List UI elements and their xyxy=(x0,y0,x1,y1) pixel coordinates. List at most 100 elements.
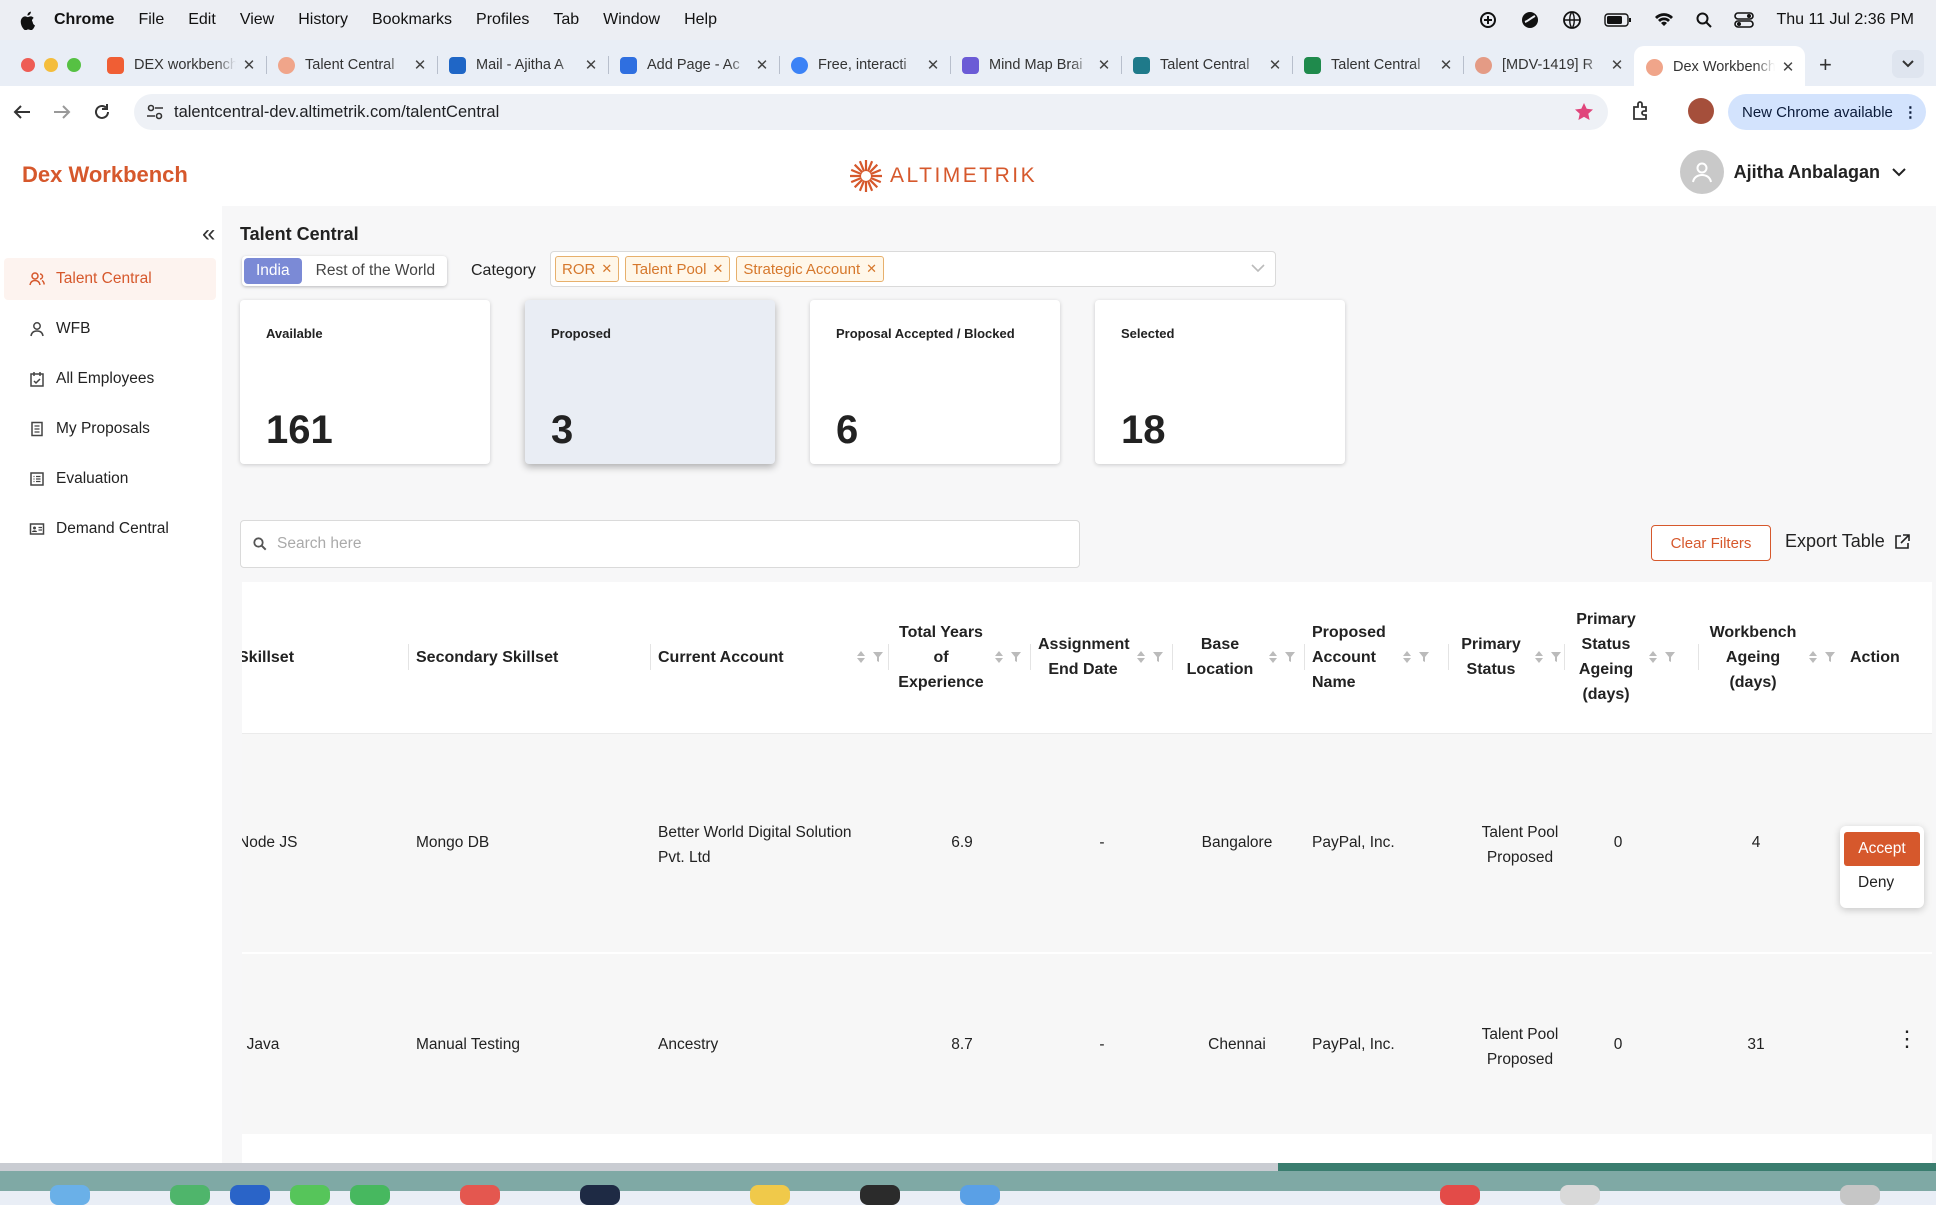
column-header-primary-status-ageing[interactable]: Primary Status Ageing (days) xyxy=(1564,582,1690,732)
remove-chip-icon[interactable]: ✕ xyxy=(712,261,723,277)
table-row[interactable]: Node JS Mongo DB Better World Digital So… xyxy=(242,734,1932,952)
sidebar-item-my-proposals[interactable]: My Proposals xyxy=(4,408,216,450)
filter-icon[interactable] xyxy=(1824,651,1836,663)
browser-tab[interactable]: Talent Central ✕ xyxy=(1121,46,1292,84)
table-row[interactable]: , Java Manual Testing Ancestry 8.7 - Che… xyxy=(242,954,1932,1134)
reload-button[interactable] xyxy=(82,103,122,121)
close-tab-icon[interactable]: ✕ xyxy=(1781,58,1795,76)
browser-tab[interactable]: Talent Central ✕ xyxy=(266,46,437,84)
column-header-experience[interactable]: Total Years of Experience xyxy=(888,582,1032,732)
tab-search-button[interactable] xyxy=(1892,50,1924,78)
browser-tab[interactable]: DEX workbench ✕ xyxy=(95,46,266,84)
sidebar-item-all-employees[interactable]: All Employees xyxy=(4,358,216,400)
menu-window[interactable]: Window xyxy=(603,11,660,29)
app-brand[interactable]: Dex Workbench xyxy=(22,162,188,188)
filter-icon[interactable] xyxy=(872,651,884,663)
browser-tab[interactable]: Add Page - Ac ✕ xyxy=(608,46,779,84)
sidebar-item-talent-central[interactable]: Talent Central xyxy=(4,258,216,300)
filter-icon[interactable] xyxy=(1664,651,1676,663)
more-options-icon[interactable]: ⋮ xyxy=(1903,103,1918,121)
browser-tab[interactable]: [MDV-1419] R ✕ xyxy=(1463,46,1634,84)
collapse-sidebar-icon[interactable]: « xyxy=(202,220,215,248)
browser-tab-active[interactable]: Dex Workbench ✕ xyxy=(1634,46,1805,88)
clear-filters-button[interactable]: Clear Filters xyxy=(1651,525,1771,561)
browser-tab[interactable]: Free, interacti ✕ xyxy=(779,46,950,84)
close-tab-icon[interactable]: ✕ xyxy=(1097,56,1111,74)
chrome-update-button[interactable]: New Chrome available ⋮ xyxy=(1728,94,1926,130)
region-rest-of-world-button[interactable]: Rest of the World xyxy=(304,256,447,286)
user-menu[interactable]: Ajitha Anbalagan xyxy=(1679,150,1906,194)
dock-app-icon[interactable] xyxy=(750,1185,790,1205)
column-header-secondary-skillset[interactable]: Secondary Skillset xyxy=(408,582,646,732)
sort-icon[interactable] xyxy=(994,650,1004,664)
bookmark-star-icon[interactable] xyxy=(1574,102,1594,122)
sync-status-icon[interactable] xyxy=(1478,10,1498,30)
sidebar-item-evaluation[interactable]: Evaluation xyxy=(4,458,216,500)
search-input[interactable]: Search here xyxy=(240,520,1080,568)
column-header-skillset[interactable]: Skillset xyxy=(242,582,358,732)
menu-help[interactable]: Help xyxy=(684,11,717,29)
dock-app-icon[interactable] xyxy=(460,1185,500,1205)
menubar-clock[interactable]: Thu 11 Jul 2:36 PM xyxy=(1776,11,1914,29)
close-window-button[interactable] xyxy=(21,58,35,72)
focus-icon[interactable] xyxy=(1520,10,1540,30)
column-header-assignment-end-date[interactable]: Assignment End Date xyxy=(1030,582,1174,732)
menu-profiles[interactable]: Profiles xyxy=(476,11,529,29)
dock-app-icon[interactable] xyxy=(580,1185,620,1205)
category-select[interactable]: ROR ✕ Talent Pool ✕ Strategic Account ✕ xyxy=(550,251,1276,287)
wifi-icon[interactable] xyxy=(1654,12,1674,28)
zoom-window-button[interactable] xyxy=(67,58,81,72)
dock-app-icon[interactable] xyxy=(350,1185,390,1205)
export-table-button[interactable]: Export Table xyxy=(1785,531,1911,552)
close-tab-icon[interactable]: ✕ xyxy=(413,56,427,74)
region-india-button[interactable]: India xyxy=(244,258,302,284)
extensions-icon[interactable] xyxy=(1630,100,1652,122)
apple-icon[interactable] xyxy=(0,11,54,30)
deny-button[interactable]: Deny xyxy=(1858,874,1894,892)
filter-icon[interactable] xyxy=(1550,651,1562,663)
accept-button[interactable]: Accept xyxy=(1844,832,1920,866)
card-available[interactable]: Available 161 xyxy=(240,300,490,464)
url-text[interactable]: talentcentral-dev.altimetrik.com/talentC… xyxy=(174,103,499,122)
sort-icon[interactable] xyxy=(1808,650,1818,664)
remove-chip-icon[interactable]: ✕ xyxy=(601,261,612,277)
dock-app-icon[interactable] xyxy=(1560,1185,1600,1205)
sort-icon[interactable] xyxy=(1268,650,1278,664)
sort-icon[interactable] xyxy=(1402,650,1412,664)
menu-app-name[interactable]: Chrome xyxy=(54,11,114,29)
card-selected[interactable]: Selected 18 xyxy=(1095,300,1345,464)
dock-app-icon[interactable] xyxy=(290,1185,330,1205)
site-settings-icon[interactable] xyxy=(146,103,164,121)
close-tab-icon[interactable]: ✕ xyxy=(1439,56,1453,74)
filter-icon[interactable] xyxy=(1152,651,1164,663)
menu-file[interactable]: File xyxy=(138,11,164,29)
remove-chip-icon[interactable]: ✕ xyxy=(866,261,877,277)
dock-app-icon[interactable] xyxy=(960,1185,1000,1205)
dock-app-icon[interactable] xyxy=(170,1185,210,1205)
control-center-icon[interactable] xyxy=(1734,12,1755,28)
profile-avatar[interactable] xyxy=(1688,98,1714,124)
user-name[interactable]: Ajitha Anbalagan xyxy=(1734,162,1880,183)
avatar[interactable] xyxy=(1679,150,1724,194)
chevron-down-icon[interactable] xyxy=(1892,167,1906,177)
sort-icon[interactable] xyxy=(1136,650,1146,664)
column-header-base-location[interactable]: Base Location xyxy=(1172,582,1300,732)
column-header-proposed-account[interactable]: Proposed Account Name xyxy=(1304,582,1442,732)
battery-icon[interactable] xyxy=(1604,13,1632,27)
minimize-window-button[interactable] xyxy=(44,58,58,72)
column-header-current-account[interactable]: Current Account xyxy=(650,582,890,732)
new-tab-button[interactable]: + xyxy=(1819,52,1832,78)
menu-tab[interactable]: Tab xyxy=(553,11,579,29)
card-proposal-accepted[interactable]: Proposal Accepted / Blocked 6 xyxy=(810,300,1060,464)
row-actions-kebab-icon[interactable]: ⋮ xyxy=(1896,1026,1918,1052)
sidebar-item-wfb[interactable]: WFB xyxy=(4,308,216,350)
close-tab-icon[interactable]: ✕ xyxy=(1268,56,1282,74)
sort-icon[interactable] xyxy=(1534,650,1544,664)
column-header-workbench-ageing[interactable]: Workbench Ageing (days) xyxy=(1698,582,1838,732)
back-button[interactable] xyxy=(2,104,42,120)
browser-tab[interactable]: Mail - Ajitha A ✕ xyxy=(437,46,608,84)
sort-icon[interactable] xyxy=(1648,650,1658,664)
dock-app-icon[interactable] xyxy=(230,1185,270,1205)
filter-icon[interactable] xyxy=(1418,651,1430,663)
dock-app-icon[interactable] xyxy=(860,1185,900,1205)
